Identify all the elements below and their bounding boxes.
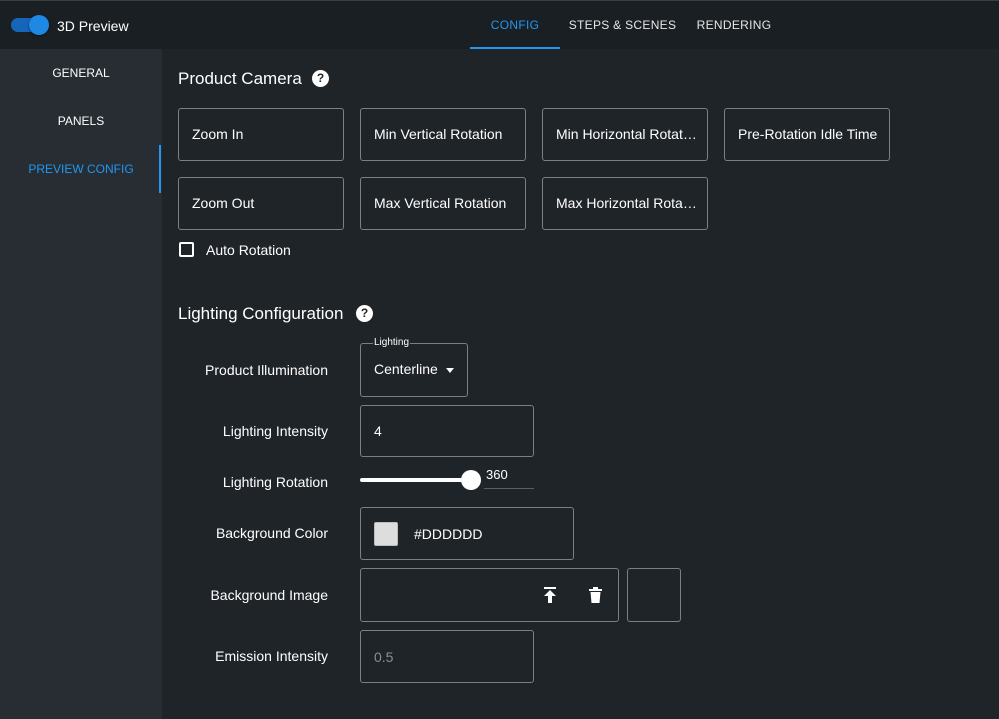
lighting-intensity-value: 4 [374,423,382,439]
preview-toggle[interactable] [11,15,49,35]
product-camera-title: Product Camera [178,69,302,88]
zoom-out-button[interactable]: Zoom Out [178,177,344,230]
background-image-input[interactable] [360,568,619,622]
background-color-value: #DDDDDD [414,526,483,542]
app-window: 3D Preview CONFIG STEPS & SCENES RENDERI… [0,0,999,719]
trash-icon[interactable] [589,587,602,603]
upload-icon[interactable] [543,587,557,603]
sidebar-item-general[interactable]: GENERAL [0,49,162,97]
help-circle-icon[interactable]: ? [356,305,373,322]
lighting-configuration-title: Lighting Configuration [178,304,344,323]
tab-rendering[interactable]: RENDERING [688,1,780,50]
lighting-intensity-label: Lighting Intensity [222,423,328,439]
lighting-intensity-input[interactable] [360,405,534,457]
auto-rotation-label: Auto Rotation [206,242,291,258]
sidebar: GENERAL PANELS PREVIEW CONFIG [0,49,162,719]
sidebar-item-panels[interactable]: PANELS [0,97,162,145]
auto-rotation-checkbox[interactable] [179,242,194,257]
background-image-preview[interactable] [627,568,681,622]
tab-steps-scenes[interactable]: STEPS & SCENES [566,1,679,50]
top-bar: 3D Preview CONFIG STEPS & SCENES RENDERI… [0,0,999,49]
max-horizontal-rotation-button[interactable]: Max Horizontal Rotati… [542,177,708,230]
product-illumination-label: Product Illumination [205,362,328,378]
help-circle-icon[interactable]: ? [312,70,329,87]
min-vertical-rotation-button[interactable]: Min Vertical Rotation [360,108,526,161]
background-color-label: Background Color [215,525,328,541]
sidebar-item-preview-config[interactable]: PREVIEW CONFIG [0,145,162,193]
app-title: 3D Preview [57,18,129,34]
max-vertical-rotation-button[interactable]: Max Vertical Rotation [360,177,526,230]
active-sidebar-indicator [159,145,161,193]
zoom-in-button[interactable]: Zoom In [178,108,344,161]
lighting-rotation-value[interactable]: 360 [486,467,508,482]
toggle-thumb [29,15,49,35]
lighting-rotation-label: Lighting Rotation [222,474,328,490]
emission-intensity-placeholder: 0.5 [374,649,394,665]
background-image-label: Background Image [210,587,328,603]
tab-config[interactable]: CONFIG [470,1,560,50]
product-illumination-value: Centerline [374,361,438,377]
emission-intensity-label: Emission Intensity [215,648,328,664]
slider-value-underline [484,488,534,489]
chevron-down-icon [446,368,454,373]
min-horizontal-rotation-button[interactable]: Min Horizontal Rotati… [542,108,708,161]
active-tab-indicator [470,47,560,49]
lighting-rotation-slider-thumb[interactable] [461,470,481,490]
lighting-select-legend: Lighting [373,337,411,348]
lighting-rotation-slider-track[interactable] [360,478,471,482]
pre-rotation-idle-time-button[interactable]: Pre-Rotation Idle Time [724,108,890,161]
background-color-swatch[interactable] [374,522,398,546]
